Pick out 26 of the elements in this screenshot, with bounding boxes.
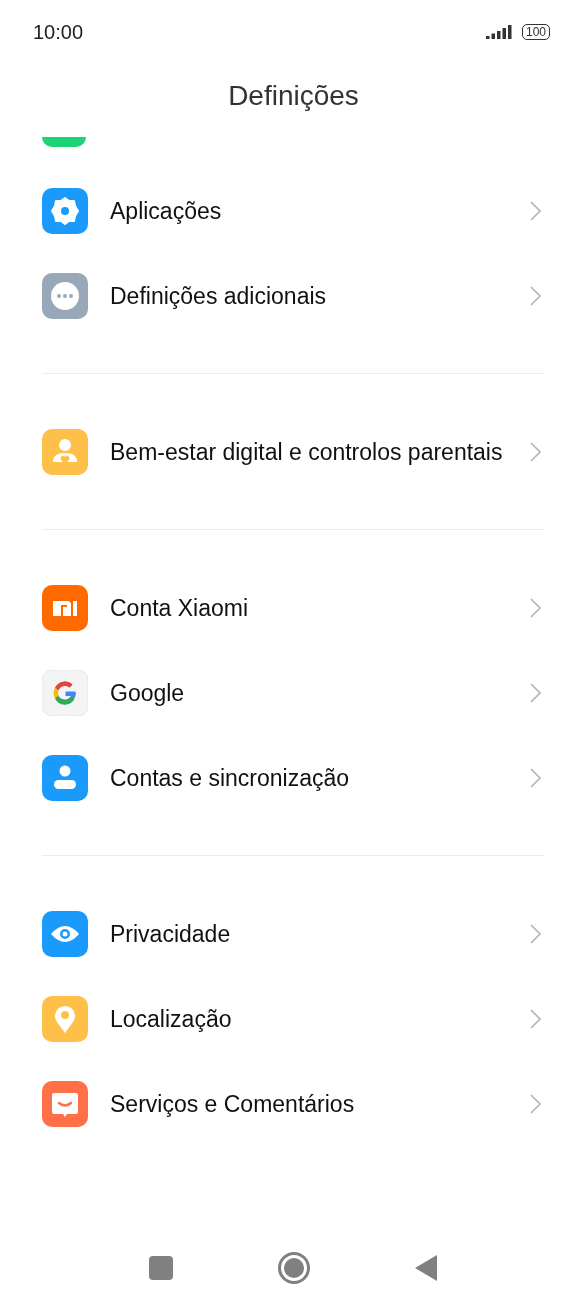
chevron-icon xyxy=(530,441,541,462)
chevron-icon xyxy=(530,767,541,788)
settings-item[interactable]: Bem-estar digital e controlos parentais xyxy=(0,409,587,494)
settings-item[interactable]: Localização xyxy=(0,976,587,1061)
settings-item[interactable]: Privacidade xyxy=(0,891,587,976)
status-time: 10:00 xyxy=(33,20,84,44)
recents-button[interactable] xyxy=(149,1256,173,1280)
chevron-icon xyxy=(530,597,541,618)
chevron-icon xyxy=(530,1093,541,1114)
settings-item[interactable]: Google xyxy=(0,650,587,735)
settings-item[interactable]: Conta Xiaomi xyxy=(0,565,587,650)
scrolled-icon xyxy=(42,137,86,147)
battery-icon: 100 xyxy=(521,24,550,40)
chevron-icon xyxy=(530,923,541,944)
home-button[interactable] xyxy=(278,1252,310,1284)
chevron-icon xyxy=(530,285,541,306)
settings-item[interactable]: Serviços e Comentários xyxy=(0,1061,587,1146)
signal-icon xyxy=(485,25,514,39)
chevron-icon xyxy=(530,682,541,703)
chevron-icon xyxy=(530,1008,541,1029)
chevron-icon xyxy=(530,200,541,221)
settings-item[interactable]: Aplicações xyxy=(0,168,587,253)
settings-item[interactable]: Definições adicionais xyxy=(0,253,587,338)
page-title: Definições xyxy=(227,79,360,113)
back-button[interactable] xyxy=(415,1255,437,1281)
settings-item[interactable]: Contas e sincronização xyxy=(0,735,587,820)
